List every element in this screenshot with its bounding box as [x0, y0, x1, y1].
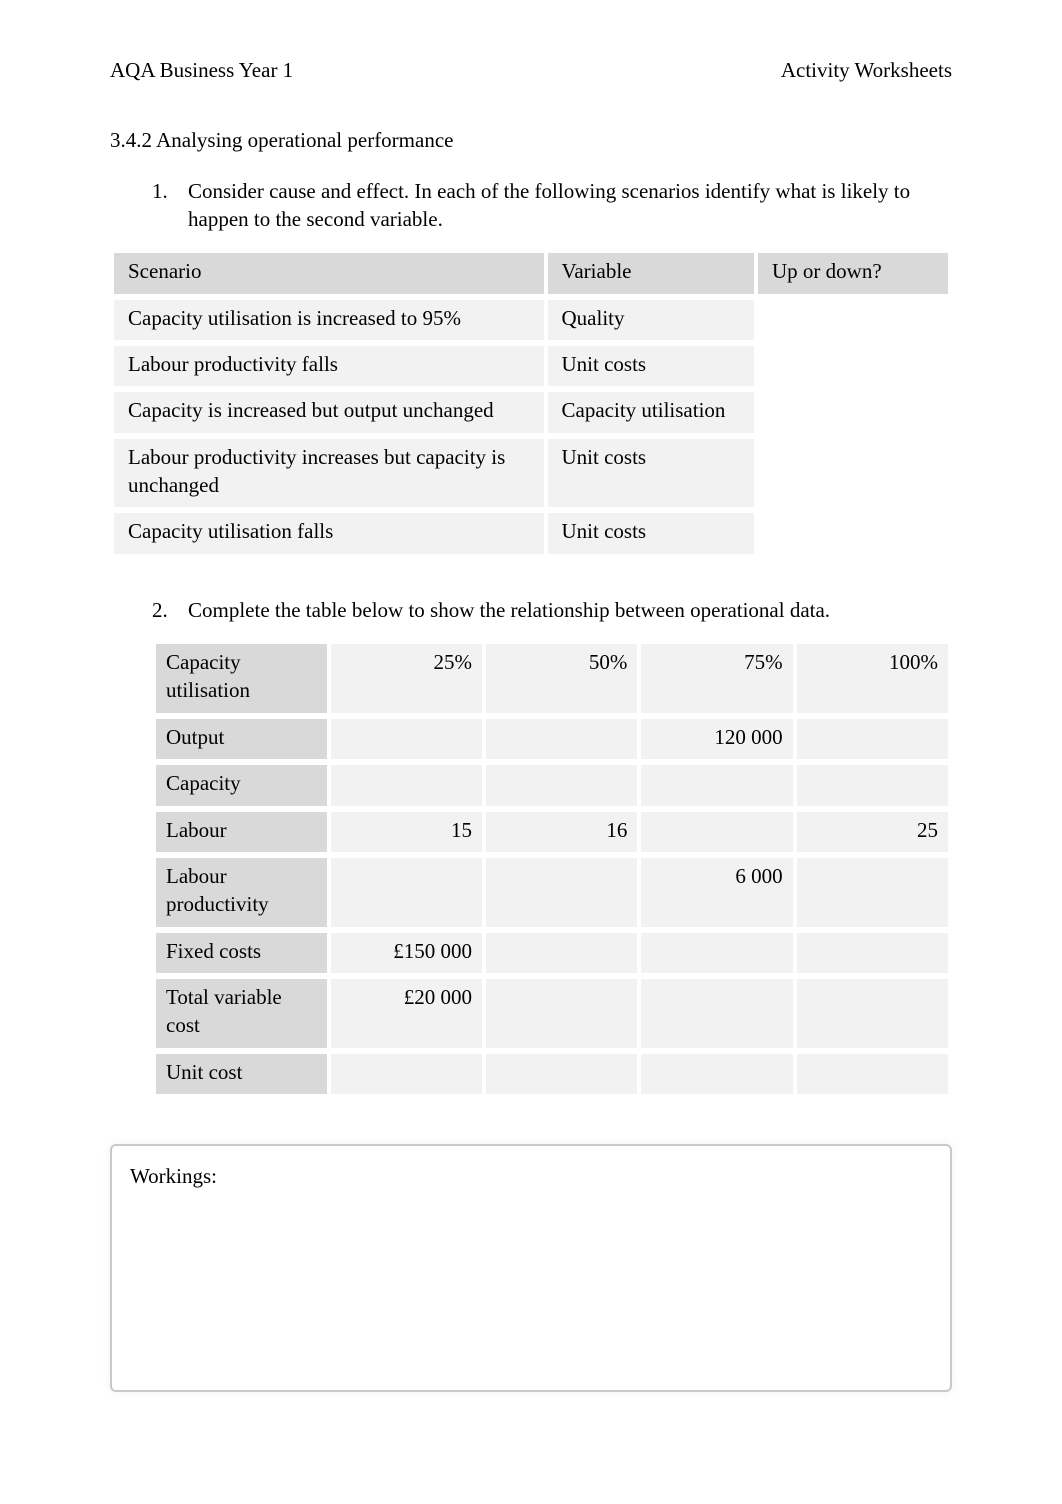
- variable-cell: Unit costs: [548, 513, 755, 553]
- col-100: 100%: [797, 644, 948, 713]
- table-row: Unit cost: [156, 1054, 948, 1094]
- table-row: Labour productivity 6 000: [156, 858, 948, 927]
- variable-cell: Unit costs: [548, 346, 755, 386]
- answer-cell[interactable]: [758, 346, 948, 386]
- scenario-table: Scenario Variable Up or down? Capacity u…: [110, 247, 952, 559]
- answer-cell[interactable]: [486, 719, 637, 759]
- col-50: 50%: [486, 644, 637, 713]
- header-right: Activity Worksheets: [781, 56, 952, 84]
- answer-cell[interactable]: [486, 765, 637, 805]
- data-cell: £150 000: [331, 933, 482, 973]
- answer-cell[interactable]: [331, 765, 482, 805]
- scenario-cell: Labour productivity falls: [114, 346, 544, 386]
- section-title: 3.4.2 Analysing operational performance: [110, 126, 952, 154]
- answer-cell[interactable]: [641, 979, 792, 1048]
- variable-cell: Quality: [548, 300, 755, 340]
- answer-cell[interactable]: [331, 1054, 482, 1094]
- row-fixed-costs: Fixed costs: [156, 933, 327, 973]
- answer-cell[interactable]: [797, 979, 948, 1048]
- table-row: Labour productivity increases but capaci…: [114, 439, 948, 508]
- table-row: Labour productivity falls Unit costs: [114, 346, 948, 386]
- operational-data-table: Capacity utilisation 25% 50% 75% 100% Ou…: [152, 638, 952, 1100]
- question-1: 1. Consider cause and effect. In each of…: [110, 177, 952, 234]
- col-75: 75%: [641, 644, 792, 713]
- answer-cell[interactable]: [331, 719, 482, 759]
- answer-cell[interactable]: [758, 392, 948, 432]
- answer-cell[interactable]: [641, 765, 792, 805]
- table-row: Total variable cost £20 000: [156, 979, 948, 1048]
- row-capacity: Capacity: [156, 765, 327, 805]
- data-cell: 16: [486, 812, 637, 852]
- variable-cell: Capacity utilisation: [548, 392, 755, 432]
- answer-cell[interactable]: [797, 1054, 948, 1094]
- table-row: Output 120 000: [156, 719, 948, 759]
- scenario-table-header-row: Scenario Variable Up or down?: [114, 253, 948, 293]
- answer-cell[interactable]: [797, 933, 948, 973]
- scenario-cell: Capacity utilisation is increased to 95%: [114, 300, 544, 340]
- row-labour: Labour: [156, 812, 327, 852]
- data-cell: £20 000: [331, 979, 482, 1048]
- scenario-cell: Capacity is increased but output unchang…: [114, 392, 544, 432]
- answer-cell[interactable]: [486, 858, 637, 927]
- answer-cell[interactable]: [641, 1054, 792, 1094]
- variable-cell: Unit costs: [548, 439, 755, 508]
- question-1-number: 1.: [152, 177, 188, 234]
- scenario-cell: Capacity utilisation falls: [114, 513, 544, 553]
- answer-cell[interactable]: [641, 933, 792, 973]
- answer-cell[interactable]: [797, 858, 948, 927]
- answer-cell[interactable]: [641, 812, 792, 852]
- answer-cell[interactable]: [758, 439, 948, 508]
- row-output: Output: [156, 719, 327, 759]
- answer-cell[interactable]: [486, 1054, 637, 1094]
- col-up-or-down: Up or down?: [758, 253, 948, 293]
- answer-cell[interactable]: [797, 765, 948, 805]
- table-row: Capacity: [156, 765, 948, 805]
- page-header: AQA Business Year 1 Activity Worksheets: [110, 56, 952, 84]
- table-row: Capacity is increased but output unchang…: [114, 392, 948, 432]
- question-1-text: Consider cause and effect. In each of th…: [188, 177, 952, 234]
- data-cell: 15: [331, 812, 482, 852]
- col-25: 25%: [331, 644, 482, 713]
- header-left: AQA Business Year 1: [110, 56, 293, 84]
- col-scenario: Scenario: [114, 253, 544, 293]
- answer-cell[interactable]: [486, 979, 637, 1048]
- table-row: Fixed costs £150 000: [156, 933, 948, 973]
- answer-cell[interactable]: [797, 719, 948, 759]
- question-2: 2. Complete the table below to show the …: [110, 596, 952, 624]
- row-total-variable-cost: Total variable cost: [156, 979, 327, 1048]
- data-cell: 120 000: [641, 719, 792, 759]
- table-row: Labour 15 16 25: [156, 812, 948, 852]
- row-unit-cost: Unit cost: [156, 1054, 327, 1094]
- table-row: Capacity utilisation is increased to 95%…: [114, 300, 948, 340]
- answer-cell[interactable]: [486, 933, 637, 973]
- question-2-number: 2.: [152, 596, 188, 624]
- answer-cell[interactable]: [758, 513, 948, 553]
- data-cell: 25: [797, 812, 948, 852]
- data-cell: 6 000: [641, 858, 792, 927]
- table-row: Capacity utilisation 25% 50% 75% 100%: [156, 644, 948, 713]
- table-row: Capacity utilisation falls Unit costs: [114, 513, 948, 553]
- col-variable: Variable: [548, 253, 755, 293]
- workings-label: Workings:: [130, 1164, 217, 1188]
- workings-box[interactable]: Workings:: [110, 1144, 952, 1392]
- question-2-text: Complete the table below to show the rel…: [188, 596, 952, 624]
- row-capacity-utilisation: Capacity utilisation: [156, 644, 327, 713]
- answer-cell[interactable]: [331, 858, 482, 927]
- row-labour-productivity: Labour productivity: [156, 858, 327, 927]
- answer-cell[interactable]: [758, 300, 948, 340]
- scenario-cell: Labour productivity increases but capaci…: [114, 439, 544, 508]
